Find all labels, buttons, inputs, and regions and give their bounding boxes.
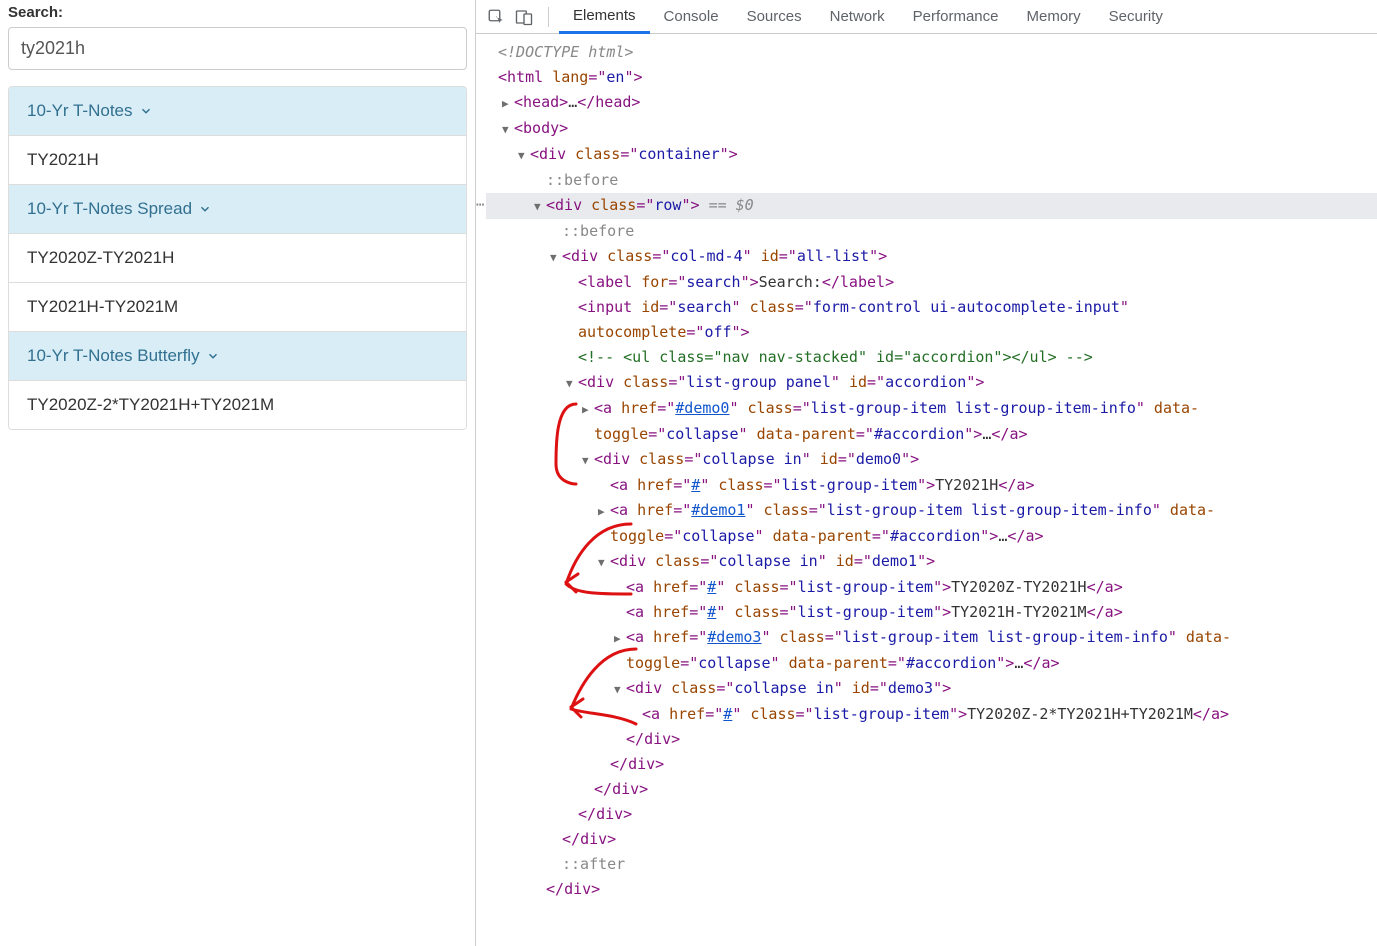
dom-line[interactable]: <!DOCTYPE html> (486, 40, 1377, 65)
chevron-down-icon (206, 349, 220, 363)
dom-line[interactable]: <div class="col-md-4" id="all-list"> (486, 244, 1377, 270)
toolbar-separator (548, 7, 549, 27)
dom-line[interactable]: <head>…</head> (486, 90, 1377, 116)
list-item[interactable]: TY2020Z-2*TY2021H+TY2021M (9, 381, 466, 429)
tab-memory[interactable]: Memory (1013, 0, 1095, 34)
tab-elements[interactable]: Elements (559, 0, 650, 34)
dom-line[interactable]: <div class="container"> (486, 142, 1377, 168)
dom-line[interactable]: <div class="collapse in" id="demo3"> (486, 676, 1377, 702)
dom-line[interactable]: </div> (486, 777, 1377, 802)
dom-line[interactable]: <a href="#demo3" class="list-group-item … (486, 625, 1377, 651)
group-header-label: 10-Yr T-Notes Butterfly (27, 346, 200, 366)
collapse-triangle-icon (518, 143, 528, 168)
dom-line[interactable]: ::before (486, 168, 1377, 193)
dom-line[interactable]: </div> (486, 877, 1377, 902)
dom-tree[interactable]: <!DOCTYPE html> <html lang="en"> <head>…… (476, 34, 1377, 946)
tab-console[interactable]: Console (650, 0, 733, 34)
chevron-down-icon (139, 104, 153, 118)
collapse-triangle-icon (534, 194, 544, 219)
dom-line[interactable]: toggle="collapse" data-parent="#accordio… (486, 422, 1377, 447)
dom-line[interactable]: </div> (486, 802, 1377, 827)
list-item[interactable]: TY2021H (9, 136, 466, 185)
dom-line[interactable]: <div class="collapse in" id="demo1"> (486, 549, 1377, 575)
dom-line[interactable]: <a href="#demo1" class="list-group-item … (486, 498, 1377, 524)
expand-triangle-icon (502, 91, 512, 116)
device-toolbar-icon[interactable] (510, 3, 538, 31)
dom-line[interactable]: <html lang="en"> (486, 65, 1377, 90)
chevron-down-icon (198, 202, 212, 216)
expand-triangle-icon (614, 626, 624, 651)
dom-line[interactable]: </div> (486, 827, 1377, 852)
dom-line[interactable]: <div class="list-group panel" id="accord… (486, 370, 1377, 396)
dom-line[interactable]: <label for="search">Search:</label> (486, 270, 1377, 295)
search-input[interactable] (8, 27, 467, 70)
dom-line[interactable]: <a href="#" class="list-group-item">TY20… (486, 600, 1377, 625)
collapse-triangle-icon (550, 245, 560, 270)
tab-sources[interactable]: Sources (733, 0, 816, 34)
collapse-triangle-icon (598, 550, 608, 575)
dom-line[interactable]: <input id="search" class="form-control u… (486, 295, 1377, 320)
tab-network[interactable]: Network (816, 0, 899, 34)
tab-performance[interactable]: Performance (899, 0, 1013, 34)
search-label: Search: (8, 4, 467, 21)
list-item[interactable]: TY2020Z-TY2021H (9, 234, 466, 283)
dom-line[interactable]: <!-- <ul class="nav nav-stacked" id="acc… (486, 345, 1377, 370)
dom-line[interactable]: </div> (486, 727, 1377, 752)
dom-line[interactable]: toggle="collapse" data-parent="#accordio… (486, 524, 1377, 549)
dom-line[interactable]: autocomplete="off"> (486, 320, 1377, 345)
devtools-toolbar: Elements Console Sources Network Perform… (476, 0, 1377, 34)
expand-triangle-icon (582, 397, 592, 422)
tab-security[interactable]: Security (1095, 0, 1177, 34)
collapse-triangle-icon (614, 677, 624, 702)
dom-line[interactable]: <a href="#" class="list-group-item">TY20… (486, 473, 1377, 498)
devtools-panel: Elements Console Sources Network Perform… (475, 0, 1377, 946)
dom-line[interactable]: ::after (486, 852, 1377, 877)
group-header-butterfly[interactable]: 10-Yr T-Notes Butterfly (9, 332, 466, 381)
dom-line[interactable]: <div class="collapse in" id="demo0"> (486, 447, 1377, 473)
dom-line[interactable]: <a href="#" class="list-group-item">TY20… (486, 702, 1377, 727)
dom-line[interactable]: toggle="collapse" data-parent="#accordio… (486, 651, 1377, 676)
dom-line-selected[interactable]: ⋯<div class="row"> == $0 (486, 193, 1377, 219)
inspect-element-icon[interactable] (482, 3, 510, 31)
collapse-triangle-icon (582, 448, 592, 473)
dom-line[interactable]: <a href="#demo0" class="list-group-item … (486, 396, 1377, 422)
collapse-triangle-icon (566, 371, 576, 396)
dom-line[interactable]: </div> (486, 752, 1377, 777)
group-header-label: 10-Yr T-Notes (27, 101, 133, 121)
expand-triangle-icon (598, 499, 608, 524)
more-dots-icon: ⋯ (476, 193, 484, 218)
group-header-tnotes[interactable]: 10-Yr T-Notes (9, 87, 466, 136)
accordion-list: 10-Yr T-Notes TY2021H 10-Yr T-Notes Spre… (8, 86, 467, 430)
group-header-label: 10-Yr T-Notes Spread (27, 199, 192, 219)
search-panel: Search: 10-Yr T-Notes TY2021H 10-Yr T-No… (0, 0, 475, 946)
dom-line[interactable]: <body> (486, 116, 1377, 142)
list-item[interactable]: TY2021H-TY2021M (9, 283, 466, 332)
group-header-spread[interactable]: 10-Yr T-Notes Spread (9, 185, 466, 234)
dom-line[interactable]: <a href="#" class="list-group-item">TY20… (486, 575, 1377, 600)
dom-line[interactable]: ::before (486, 219, 1377, 244)
collapse-triangle-icon (502, 117, 512, 142)
